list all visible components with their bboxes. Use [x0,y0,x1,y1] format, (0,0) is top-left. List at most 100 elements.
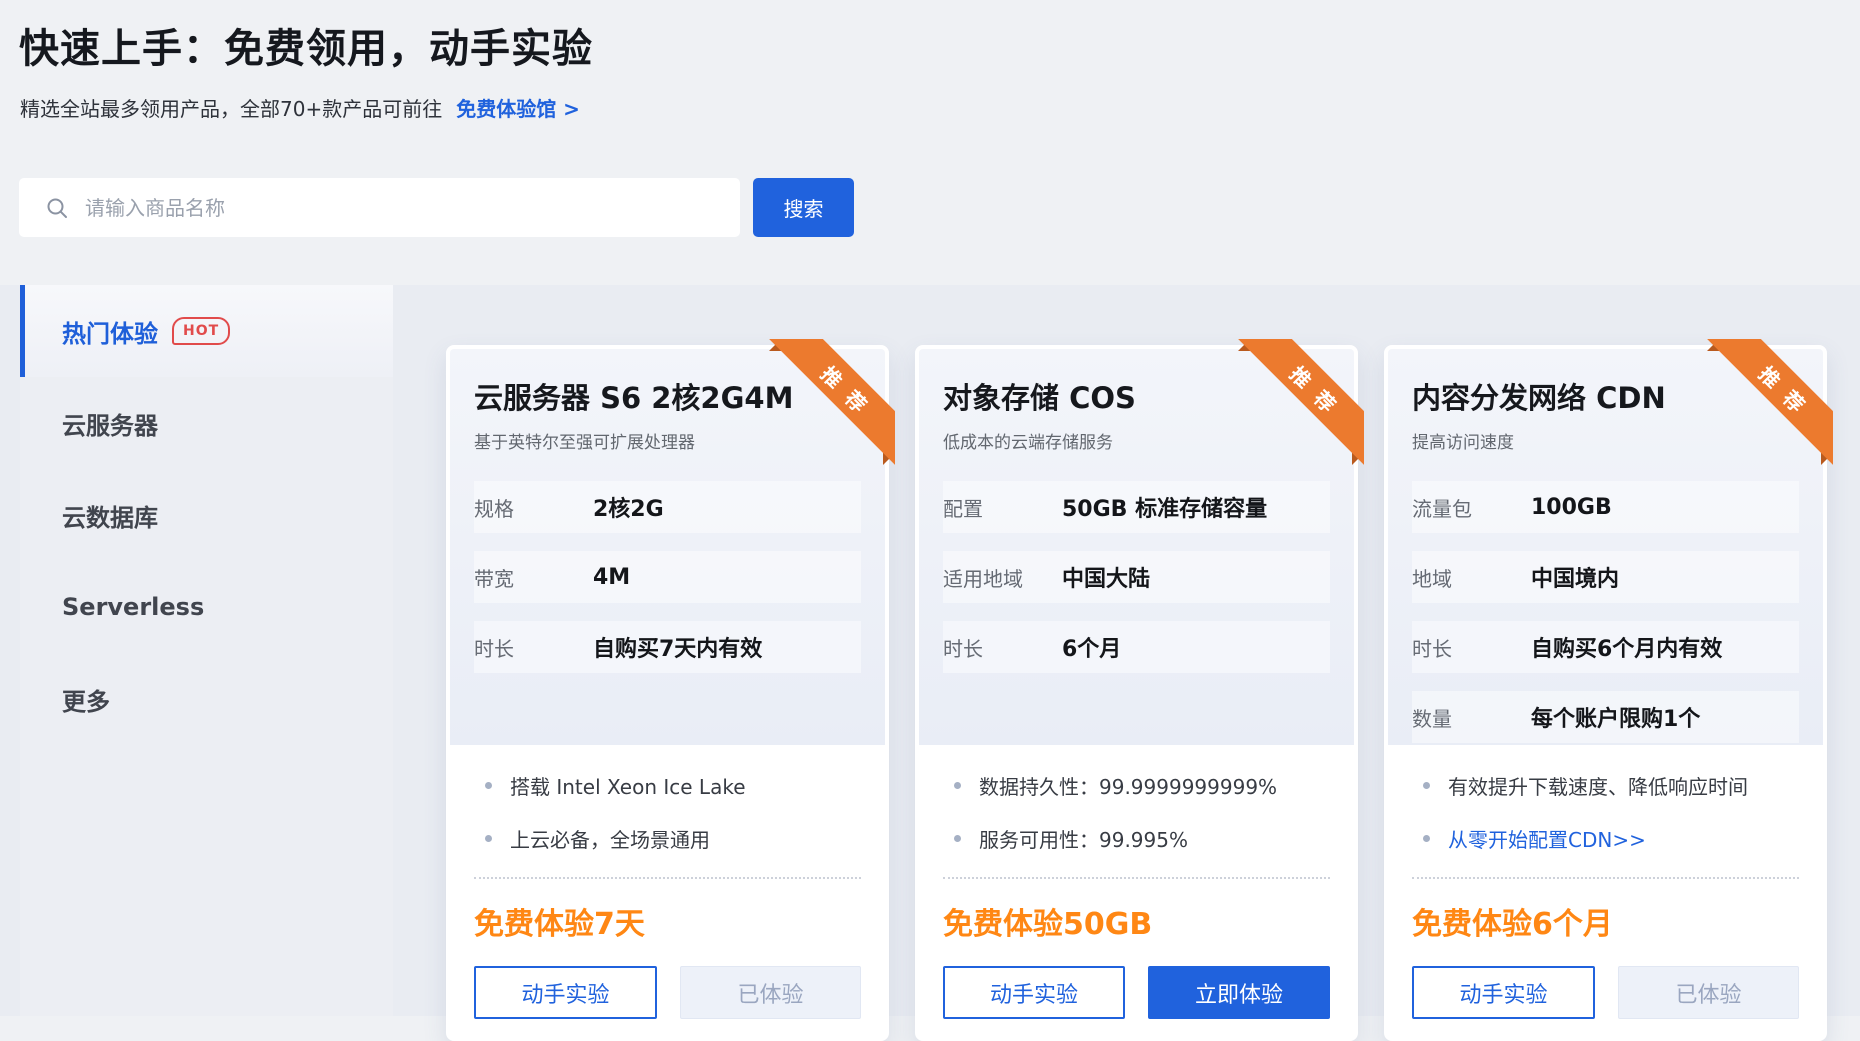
bullet-dot-icon [485,782,492,789]
page-title: 快速上手：免费领用，动手实验 [19,16,593,74]
category-sidebar: 热门体验 HOT 云服务器 云数据库 Serverless 更多 [20,285,393,1016]
feature-item: 搭载 Intel Xeon Ice Lake [474,771,861,800]
spec-label: 规格 [474,493,593,522]
hands-on-lab-button[interactable]: 动手实验 [474,966,657,1019]
spec-list: 配置 50GB 标准存储容量 适用地域 中国大陆 时长 6个月 [943,481,1330,673]
spec-label: 配置 [943,493,1062,522]
card-bottom-section: 数据持久性：99.9999999999% 服务可用性：99.995% 免费体验5… [919,745,1354,1037]
spec-label: 数量 [1412,703,1531,732]
feature-item: 数据持久性：99.9999999999% [943,771,1330,800]
bullet-dot-icon [1423,835,1430,842]
card-actions: 动手实验已体验 [1412,966,1799,1019]
spec-value: 4M [593,565,630,590]
card-top-section: 云服务器 S6 2核2G4M 基于英特尔至强可扩展处理器 规格 2核2G 带宽 … [450,349,885,745]
spec-value: 6个月 [1062,631,1121,663]
feature-item: 从零开始配置CDN>> [1412,824,1799,853]
spec-row: 数量 每个账户限购1个 [1412,691,1799,743]
feature-text: 服务可用性：99.995% [979,824,1188,853]
sidebar-item-1[interactable]: 云服务器 [20,377,393,469]
hot-badge: HOT [172,317,230,345]
feature-item: 服务可用性：99.995% [943,824,1330,853]
spec-label: 流量包 [1412,493,1531,522]
spec-label: 适用地域 [943,563,1062,592]
spec-row: 时长 自购买7天内有效 [474,621,861,673]
card-actions: 动手实验已体验 [474,966,861,1019]
feature-list: 搭载 Intel Xeon Ice Lake 上云必备，全场景通用 [474,771,861,853]
card-top-section: 内容分发网络 CDN 提高访问速度 流量包 100GB 地域 中国境内 时长 自… [1388,349,1823,745]
hands-on-lab-button[interactable]: 动手实验 [1412,966,1595,1019]
spec-value: 自购买7天内有效 [593,631,762,663]
feature-item: 上云必备，全场景通用 [474,824,861,853]
product-cards: 推荐 云服务器 S6 2核2G4M 基于英特尔至强可扩展处理器 规格 2核2G … [446,345,1827,1041]
search-input-box[interactable] [19,178,740,237]
sidebar-item-2[interactable]: 云数据库 [20,469,393,561]
spec-row: 时长 6个月 [943,621,1330,673]
already-experienced-button[interactable]: 已体验 [1618,966,1799,1019]
spec-row: 规格 2核2G [474,481,861,533]
spec-row: 地域 中国境内 [1412,551,1799,603]
spec-label: 时长 [474,633,593,662]
product-title: 云服务器 S6 2核2G4M [474,375,861,417]
bullet-dot-icon [485,835,492,842]
search-input[interactable] [83,195,707,221]
free-offer-text: 免费体验7天 [474,899,861,943]
spec-value: 中国大陆 [1062,561,1150,593]
spec-row: 时长 自购买6个月内有效 [1412,621,1799,673]
spec-value: 100GB [1531,495,1612,520]
sidebar-item-label: 更多 [62,682,110,717]
hands-on-lab-button[interactable]: 动手实验 [943,966,1125,1019]
product-card-2: 推荐 内容分发网络 CDN 提高访问速度 流量包 100GB 地域 中国境内 时… [1384,345,1827,1041]
spec-value: 每个账户限购1个 [1531,701,1700,733]
dotted-divider [474,877,861,879]
bullet-dot-icon [1423,782,1430,789]
search-button[interactable]: 搜索 [753,178,854,237]
feature-text: 有效提升下载速度、降低响应时间 [1448,771,1748,800]
spec-value: 50GB 标准存储容量 [1062,491,1267,523]
bullet-dot-icon [954,835,961,842]
feature-link[interactable]: 从零开始配置CDN>> [1448,824,1646,853]
search-bar: 搜索 [19,178,854,237]
feature-list: 数据持久性：99.9999999999% 服务可用性：99.995% [943,771,1330,853]
feature-text: 数据持久性：99.9999999999% [979,771,1277,800]
product-title: 对象存储 COS [943,375,1330,417]
spec-label: 时长 [1412,633,1531,662]
try-now-button[interactable]: 立即体验 [1148,966,1330,1019]
spec-label: 时长 [943,633,1062,662]
content-area: 热门体验 HOT 云服务器 云数据库 Serverless 更多 推荐 云服务器… [0,285,1860,1016]
page-subtitle: 精选全站最多领用产品，全部70+款产品可前往 免费体验馆 > [20,93,580,122]
feature-item: 有效提升下载速度、降低响应时间 [1412,771,1799,800]
product-subtitle: 低成本的云端存储服务 [943,428,1330,453]
product-subtitle: 基于英特尔至强可扩展处理器 [474,428,861,453]
sidebar-item-3[interactable]: Serverless [20,561,393,653]
feature-text: 搭载 Intel Xeon Ice Lake [510,771,746,800]
free-offer-text: 免费体验6个月 [1412,899,1799,943]
dotted-divider [1412,877,1799,879]
free-offer-text: 免费体验50GB [943,899,1330,943]
sidebar-item-4[interactable]: 更多 [20,653,393,745]
card-top-section: 对象存储 COS 低成本的云端存储服务 配置 50GB 标准存储容量 适用地域 … [919,349,1354,745]
sidebar-item-label: Serverless [62,593,204,621]
spec-list: 规格 2核2G 带宽 4M 时长 自购买7天内有效 [474,481,861,673]
product-card-0: 推荐 云服务器 S6 2核2G4M 基于英特尔至强可扩展处理器 规格 2核2G … [446,345,889,1041]
product-card-1: 推荐 对象存储 COS 低成本的云端存储服务 配置 50GB 标准存储容量 适用… [915,345,1358,1041]
spec-row: 配置 50GB 标准存储容量 [943,481,1330,533]
feature-text: 上云必备，全场景通用 [510,824,710,853]
spec-value: 中国境内 [1531,561,1619,593]
bullet-dot-icon [954,782,961,789]
feature-list: 有效提升下载速度、降低响应时间 从零开始配置CDN>> [1412,771,1799,853]
card-bottom-section: 有效提升下载速度、降低响应时间 从零开始配置CDN>> 免费体验6个月 动手实验… [1388,745,1823,1037]
search-icon [45,196,69,220]
subtitle-text: 精选全站最多领用产品，全部70+款产品可前往 [20,93,442,122]
spec-row: 带宽 4M [474,551,861,603]
spec-label: 带宽 [474,563,593,592]
already-experienced-button[interactable]: 已体验 [680,966,861,1019]
spec-row: 适用地域 中国大陆 [943,551,1330,603]
sidebar-item-label: 热门体验 [62,314,158,349]
sidebar-item-0[interactable]: 热门体验 HOT [20,285,393,377]
card-bottom-section: 搭载 Intel Xeon Ice Lake 上云必备，全场景通用 免费体验7天… [450,745,885,1037]
spec-label: 地域 [1412,563,1531,592]
free-experience-hall-link[interactable]: 免费体验馆 > [456,93,580,122]
dotted-divider [943,877,1330,879]
product-subtitle: 提高访问速度 [1412,428,1799,453]
spec-value: 2核2G [593,491,664,523]
